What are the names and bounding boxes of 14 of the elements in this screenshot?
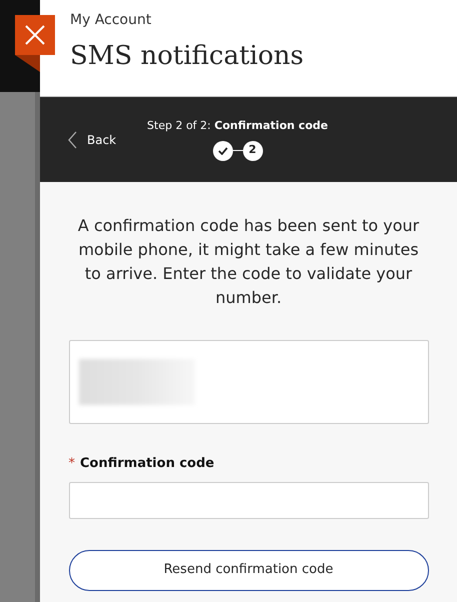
chevron-left-icon (68, 130, 77, 148)
breadcrumb: My Account (70, 11, 152, 30)
ribbon-fold-icon (15, 55, 40, 72)
field-label: Confirmation code (80, 455, 214, 473)
back-button[interactable]: Back (68, 130, 116, 148)
resend-button[interactable]: Resend confirmation code (68, 550, 428, 590)
page-title: SMS notifications (70, 40, 305, 73)
close-button[interactable] (15, 15, 55, 55)
step-number: 2 (242, 140, 262, 160)
close-icon (24, 24, 46, 46)
instruction-text: A confirmation code has been sent to your mobile phone, it might take a few minutes to arrive. Enter the code to validate your number. (76, 215, 420, 309)
required-asterisk: * (68, 455, 75, 473)
confirmation-code-field[interactable] (68, 482, 428, 518)
step-caption: Step 2 of 2: Confirmation code (147, 118, 328, 134)
